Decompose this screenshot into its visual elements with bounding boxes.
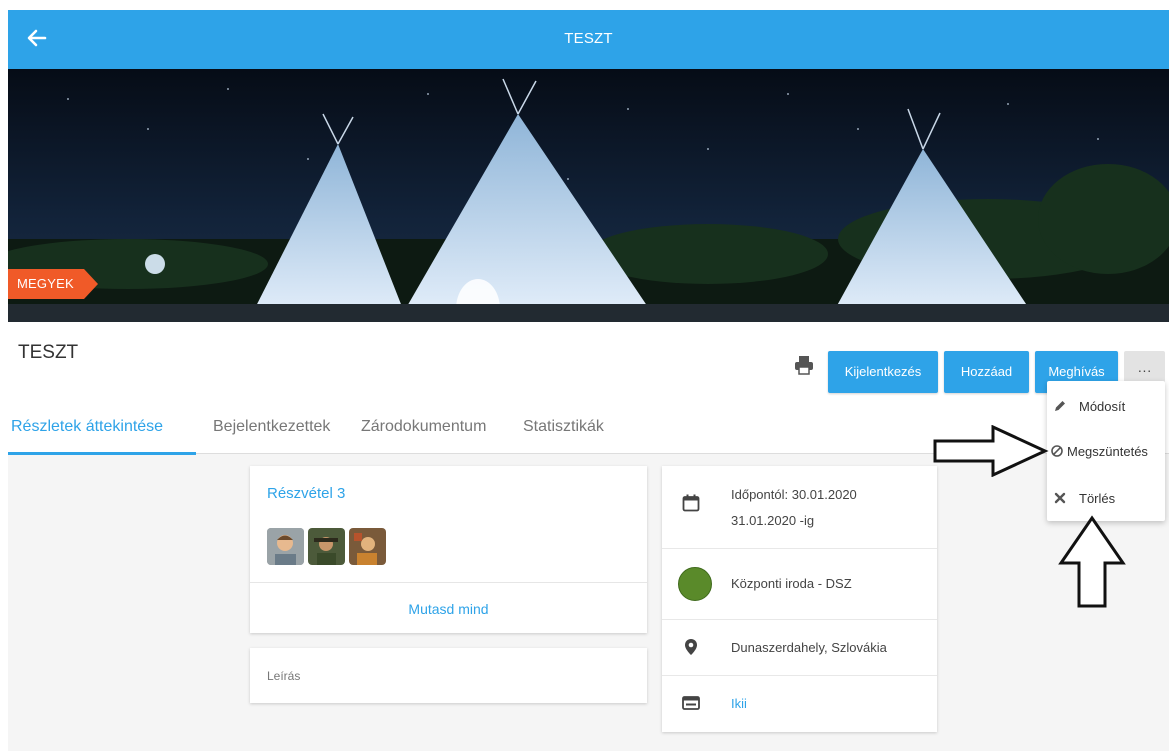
- web-link-icon: [682, 696, 700, 710]
- participation-title: Részvétel 3: [267, 485, 346, 502]
- logout-button[interactable]: Kijelentkezés: [828, 351, 938, 393]
- organizer-avatar: [678, 567, 712, 601]
- page-title: TESZT: [564, 30, 613, 47]
- menu-item-label: Módosít: [1079, 399, 1126, 414]
- location-pin-icon: [685, 639, 697, 655]
- event-details-card: Időpontól: 30.01.2020 31.01.2020 -ig Köz…: [662, 466, 937, 732]
- print-icon[interactable]: [794, 355, 814, 375]
- location-text: Dunaszerdahely, Szlovákia: [731, 640, 887, 655]
- show-all-link[interactable]: Mutasd mind: [250, 601, 647, 617]
- ban-icon: [1051, 445, 1063, 457]
- event-header: TESZT Kijelentkezés Hozzáad Meghívás ···…: [8, 322, 1169, 455]
- event-link[interactable]: Ikii: [731, 696, 747, 711]
- menu-item-delete[interactable]: Törlés: [1047, 479, 1165, 519]
- event-banner-image: MEGYEK: [8, 69, 1169, 322]
- calendar-icon: [682, 494, 700, 512]
- participant-count: 3: [337, 485, 346, 502]
- annotation-arrow-up: [1058, 515, 1126, 608]
- avatar[interactable]: [267, 528, 304, 565]
- description-label: Leírás: [267, 669, 301, 683]
- event-title: TESZT: [18, 342, 79, 363]
- tab-statistics[interactable]: Statisztikák: [523, 418, 604, 454]
- menu-item-edit[interactable]: Módosít: [1047, 387, 1165, 427]
- tab-closing-document[interactable]: Zárodokumentum: [361, 418, 486, 454]
- tab-checked-in[interactable]: Bejelentkezettek: [213, 418, 330, 454]
- link-row: Ikii: [662, 676, 937, 732]
- organizer-row: Központi iroda - DSZ: [662, 549, 937, 620]
- date-from: Időpontól: 30.01.2020: [731, 487, 857, 502]
- menu-item-label: Megszüntetés: [1067, 444, 1148, 459]
- participation-card: Részvétel 3 Mutasd mind: [250, 466, 647, 633]
- tab-details-overview[interactable]: Részletek áttekintése: [11, 418, 163, 454]
- description-card: Leírás: [250, 648, 647, 703]
- active-tab-indicator: [8, 452, 196, 455]
- avatar[interactable]: [349, 528, 386, 565]
- date-row: Időpontól: 30.01.2020 31.01.2020 -ig: [662, 466, 937, 549]
- menu-item-cancel-event[interactable]: Megszüntetés: [1047, 432, 1165, 472]
- location-row: Dunaszerdahely, Szlovákia: [662, 620, 937, 676]
- add-button[interactable]: Hozzáad: [944, 351, 1029, 393]
- close-icon: [1054, 492, 1066, 504]
- avatar[interactable]: [308, 528, 345, 565]
- app-window: TESZT MEGYEK TESZT Kijelentkezés Hozzáad…: [8, 10, 1169, 751]
- going-badge: MEGYEK: [8, 269, 98, 299]
- date-to: 31.01.2020 -ig: [731, 513, 815, 528]
- more-options-menu: Módosít Megszüntetés Törlés: [1047, 381, 1165, 521]
- divider: [250, 582, 647, 583]
- pencil-icon: [1055, 401, 1065, 411]
- menu-item-label: Törlés: [1079, 491, 1116, 506]
- organizer-name: Központi iroda - DSZ: [731, 576, 852, 591]
- top-bar: TESZT: [8, 10, 1169, 69]
